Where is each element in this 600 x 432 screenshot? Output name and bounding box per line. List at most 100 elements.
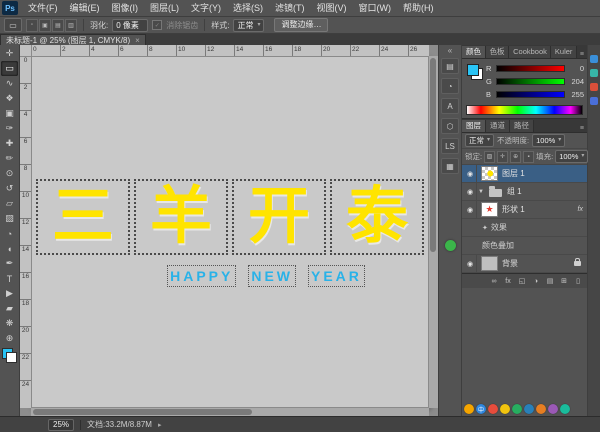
layer-row[interactable]: 颜色叠加: [462, 237, 587, 255]
delete-layer-icon[interactable]: ▯: [573, 277, 583, 285]
move-tool[interactable]: ✛: [1, 46, 18, 61]
layer-row[interactable]: ◉背景: [462, 255, 587, 273]
refine-edge-button[interactable]: 调整边缘…: [274, 18, 328, 32]
type-tool[interactable]: T: [1, 271, 18, 286]
visibility-toggle[interactable]: ◉: [464, 165, 477, 182]
shortcut-icon-8[interactable]: [548, 404, 558, 414]
panel-menu-icon[interactable]: ≡: [577, 125, 587, 132]
background-color-swatch[interactable]: [6, 352, 17, 363]
menu-item[interactable]: 视图(V): [311, 0, 353, 16]
add-selection-icon[interactable]: ▣: [39, 19, 51, 32]
menu-item[interactable]: 图层(L): [144, 0, 185, 16]
intersect-selection-icon[interactable]: ▥: [65, 19, 77, 32]
color-panel-tab[interactable]: 色板: [486, 46, 510, 58]
gradient-tool[interactable]: ▨: [1, 211, 18, 226]
feather-input[interactable]: 0 像素: [112, 19, 148, 32]
channel-value[interactable]: 255: [568, 90, 584, 99]
edge-panel-icon-1[interactable]: [590, 55, 598, 63]
color-spectrum-ramp[interactable]: [466, 105, 583, 115]
shortcut-icon-6[interactable]: [524, 404, 534, 414]
edge-panel-icon-2[interactable]: [590, 69, 598, 77]
blur-tool[interactable]: ◔: [1, 226, 18, 241]
scrollbar-thumb[interactable]: [430, 58, 436, 252]
eraser-tool[interactable]: ▱: [1, 196, 18, 211]
vertical-scrollbar[interactable]: [428, 56, 438, 408]
scrollbar-thumb[interactable]: [33, 409, 252, 415]
channel-slider[interactable]: [496, 91, 565, 98]
lock-button-icon[interactable]: ▪: [523, 151, 534, 163]
shortcut-icon-9[interactable]: [560, 404, 570, 414]
link-layers-icon[interactable]: ∞: [489, 278, 499, 285]
new-layer-icon[interactable]: ⊞: [559, 277, 569, 285]
layer-mask-icon[interactable]: ◱: [517, 277, 527, 285]
menu-item[interactable]: 文字(Y): [185, 0, 227, 16]
opacity-field[interactable]: 100%▾: [532, 134, 565, 147]
shortcut-icon-2[interactable]: 中: [476, 404, 486, 414]
shortcut-icon-7[interactable]: [536, 404, 546, 414]
menu-item[interactable]: 滤镜(T): [269, 0, 311, 16]
menu-item[interactable]: 选择(S): [227, 0, 269, 16]
menu-item[interactable]: 文件(F): [22, 0, 64, 16]
layers-panel-tab[interactable]: 图层: [462, 120, 486, 132]
plugin-badge-icon[interactable]: [445, 240, 456, 251]
layer-row[interactable]: ◉图层 1: [462, 165, 587, 183]
visibility-toggle[interactable]: ◉: [464, 201, 477, 218]
foreground-color-swatch[interactable]: [467, 64, 479, 76]
tool-color-swatches[interactable]: [2, 348, 17, 363]
fill-field[interactable]: 100%▾: [555, 150, 588, 163]
lock-button-icon[interactable]: ▨: [484, 151, 495, 163]
crop-tool[interactable]: ▣: [1, 106, 18, 121]
shortcut-icon-5[interactable]: [512, 404, 522, 414]
channel-value[interactable]: 0: [568, 64, 584, 73]
visibility-toggle[interactable]: ◉: [464, 183, 477, 200]
document-canvas[interactable]: 三羊开泰 HAPPYNEWYEAR: [31, 56, 429, 408]
color-panel-tab[interactable]: Kuler: [551, 46, 577, 58]
color-panel-tab[interactable]: 颜色: [462, 46, 486, 58]
pen-tool[interactable]: ✒: [1, 256, 18, 271]
visibility-toggle[interactable]: ◉: [464, 255, 477, 272]
shape-tool[interactable]: ▰: [1, 301, 18, 316]
edge-panel-icon-3[interactable]: [590, 83, 598, 91]
subtract-selection-icon[interactable]: ▤: [52, 19, 64, 32]
group-expander-icon[interactable]: ▼: [478, 189, 484, 195]
layer-group-icon[interactable]: ▤: [545, 277, 555, 285]
panel-menu-icon[interactable]: ≡: [577, 51, 587, 58]
lasso-tool[interactable]: ∿: [1, 76, 18, 91]
path-selection-tool[interactable]: ▶: [1, 286, 18, 301]
dodge-tool[interactable]: ◖: [1, 241, 18, 256]
brush-tool[interactable]: ✏: [1, 151, 18, 166]
character-panel-icon[interactable]: A: [441, 98, 459, 114]
menu-item[interactable]: 编辑(E): [64, 0, 106, 16]
adjustment-layer-icon[interactable]: ◑: [531, 278, 541, 285]
quick-selection-tool[interactable]: ❖: [1, 91, 18, 106]
history-panel-icon[interactable]: ◔: [441, 78, 459, 94]
clone-stamp-tool[interactable]: ⊙: [1, 166, 18, 181]
shortcut-icon-4[interactable]: [500, 404, 510, 414]
history-brush-tool[interactable]: ↺: [1, 181, 18, 196]
swatches-panel-icon[interactable]: ▤: [441, 58, 459, 74]
zoom-tool[interactable]: ⊕: [1, 331, 18, 346]
layer-row[interactable]: ◉★形状 1fx: [462, 201, 587, 219]
edge-panel-icon-4[interactable]: [590, 97, 598, 105]
hand-tool[interactable]: ❋: [1, 316, 18, 331]
channel-slider[interactable]: [496, 65, 565, 72]
rectangular-marquee-tool[interactable]: ▭: [1, 61, 18, 76]
layer-row[interactable]: ✦效果: [462, 219, 587, 237]
color-panel-tab[interactable]: Cookbook: [509, 46, 551, 58]
style-dropdown[interactable]: 正常▾: [233, 19, 264, 32]
layer-row[interactable]: ◉▼组 1: [462, 183, 587, 201]
channel-value[interactable]: 204: [568, 77, 584, 86]
channel-slider[interactable]: [496, 78, 565, 85]
menu-item[interactable]: 帮助(H): [397, 0, 440, 16]
3d-panel-icon[interactable]: ⬡: [441, 118, 459, 134]
shortcut-icon-1[interactable]: [464, 404, 474, 414]
shortcut-icon-3[interactable]: [488, 404, 498, 414]
lock-button-icon[interactable]: ✛: [497, 151, 508, 163]
layers-panel-tab[interactable]: 通道: [486, 120, 510, 132]
eyedropper-tool[interactable]: ✑: [1, 121, 18, 136]
layer-style-icon[interactable]: fx: [503, 278, 513, 285]
layers-panel-tab[interactable]: 路径: [510, 120, 534, 132]
zoom-level-field[interactable]: 25%: [48, 419, 74, 431]
blend-mode-dropdown[interactable]: 正常▾: [465, 134, 494, 147]
menu-item[interactable]: 图像(I): [106, 0, 145, 16]
